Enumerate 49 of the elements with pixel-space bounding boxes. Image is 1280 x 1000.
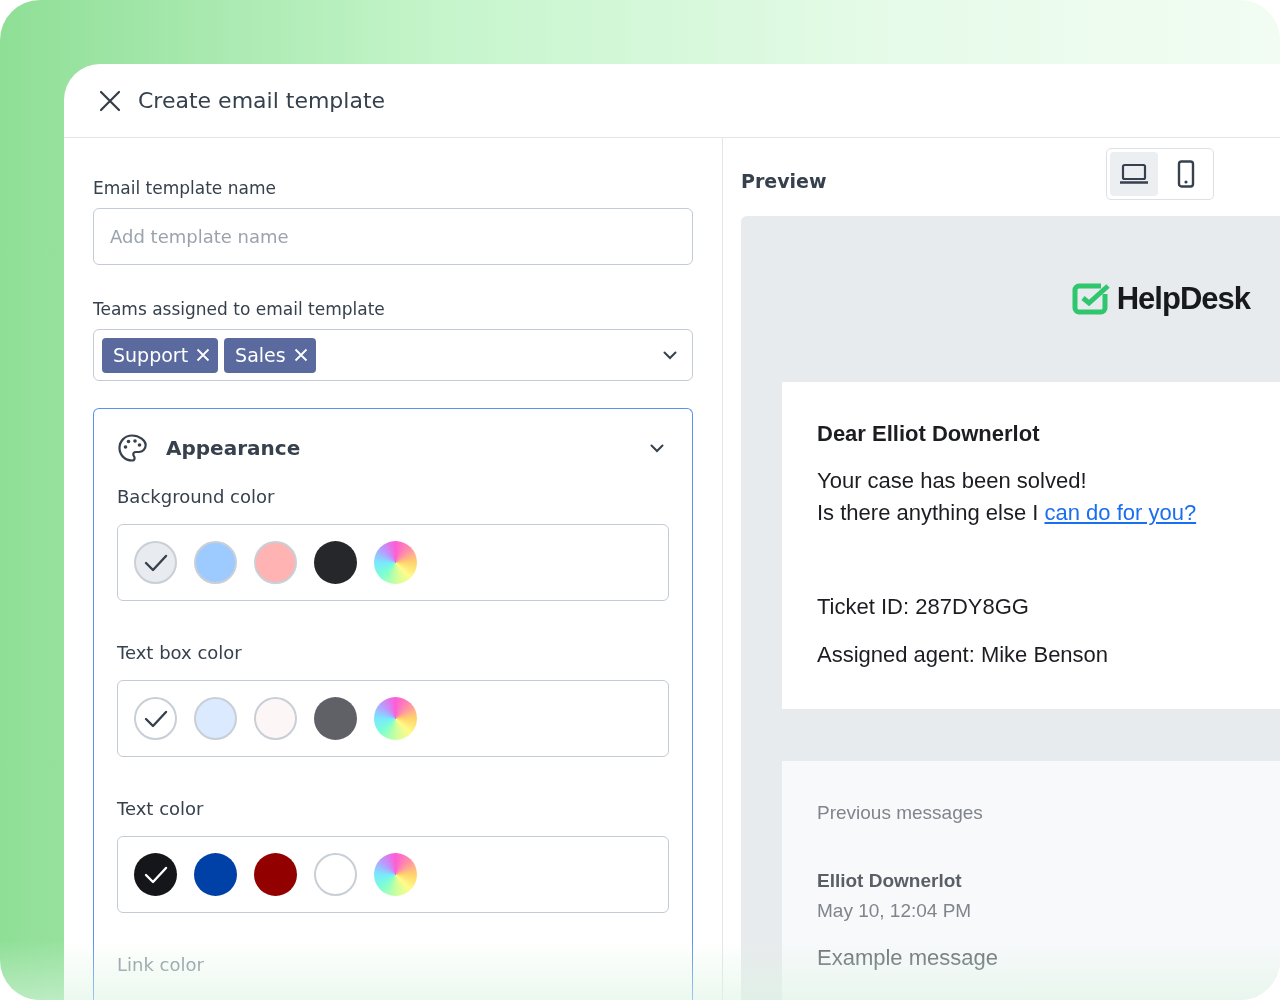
custom-color-picker[interactable] <box>374 853 417 896</box>
assigned-agent: Assigned agent: Mike Benson <box>817 641 1110 669</box>
color-swatch[interactable] <box>254 853 297 896</box>
color-swatch[interactable] <box>314 853 357 896</box>
color-swatch[interactable] <box>194 541 237 584</box>
custom-color-picker[interactable] <box>374 541 417 584</box>
laptop-icon <box>1119 163 1149 185</box>
custom-color-picker[interactable] <box>374 697 417 740</box>
field-label: Email template name <box>93 177 277 200</box>
color-swatch[interactable] <box>254 697 297 740</box>
color-group-label: Text box color <box>117 641 243 665</box>
close-button[interactable] <box>98 88 122 113</box>
color-swatch[interactable] <box>134 853 177 896</box>
email-text: Is there anything else I can do for you? <box>817 499 1198 527</box>
field-label: Teams assigned to email template <box>93 298 386 321</box>
color-group-label: Background color <box>117 485 276 509</box>
message-time: May 10, 12:04 PM <box>817 899 973 923</box>
color-swatch[interactable] <box>194 697 237 740</box>
template-name-input[interactable]: Add template name <box>93 208 693 265</box>
check-box-icon <box>1070 282 1111 316</box>
palette-icon <box>117 433 147 463</box>
message-author: Elliot Downerlot <box>817 869 963 893</box>
chevron-down-icon <box>650 443 664 453</box>
section-title: Appearance <box>166 435 301 462</box>
dialog-title: Create email template <box>138 87 386 115</box>
email-link[interactable]: can do for you? <box>1044 500 1197 525</box>
preview-title: Preview <box>741 168 827 194</box>
color-swatch[interactable] <box>254 541 297 584</box>
teams-select[interactable]: Support Sales <box>93 329 693 381</box>
message-text: Example message <box>817 944 999 972</box>
color-group-label: Text color <box>117 797 205 821</box>
color-group-label: Link color <box>117 953 205 977</box>
email-greeting: Dear Elliot Downerlot <box>817 420 1041 448</box>
tag-label: Support <box>113 342 189 368</box>
color-swatch[interactable] <box>194 853 237 896</box>
chevron-down-icon <box>663 350 677 360</box>
helpdesk-logo: HelpDesk <box>1070 275 1250 323</box>
desktop-preview-button[interactable] <box>1110 152 1158 196</box>
remove-tag-button[interactable] <box>293 348 308 362</box>
color-swatch[interactable] <box>314 697 357 740</box>
tag-label: Sales <box>235 342 286 368</box>
remove-tag-button[interactable] <box>196 348 211 362</box>
color-swatch[interactable] <box>134 697 177 740</box>
ticket-id: Ticket ID: 287DY8GG <box>817 593 1030 621</box>
email-text: Your case has been solved! <box>817 467 1088 495</box>
color-swatch[interactable] <box>134 541 177 584</box>
previous-messages-heading: Previous messages <box>817 801 984 825</box>
phone-icon <box>1177 160 1195 188</box>
color-swatch[interactable] <box>314 541 357 584</box>
